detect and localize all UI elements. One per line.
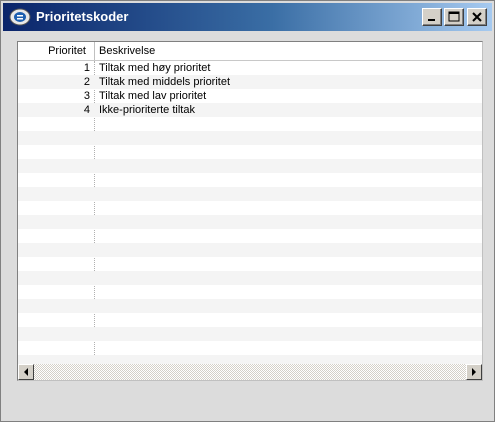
window: Prioritetskoder Prioritet Beskrivelse 1 … — [0, 0, 495, 422]
description-cell: Tiltak med høy prioritet — [99, 62, 211, 74]
window-title: Prioritetskoder — [36, 9, 129, 24]
empty-row — [18, 341, 482, 355]
table-header: Prioritet Beskrivelse — [18, 42, 482, 61]
horizontal-scrollbar[interactable] — [18, 364, 482, 380]
empty-row — [18, 313, 482, 327]
empty-row — [18, 201, 482, 215]
description-cell: Ikke-prioriterte tiltak — [99, 104, 195, 116]
table-row[interactable]: 2 Tiltak med middels prioritet — [18, 75, 482, 89]
empty-row — [18, 173, 482, 187]
empty-row — [18, 117, 482, 131]
column-header-priority[interactable]: Prioritet — [18, 44, 90, 58]
empty-row — [18, 299, 482, 313]
scroll-right-button[interactable] — [466, 364, 482, 380]
empty-row — [18, 243, 482, 257]
column-header-description[interactable]: Beskrivelse — [99, 44, 155, 58]
empty-row — [18, 131, 482, 145]
empty-row — [18, 257, 482, 271]
table-row[interactable]: 4 Ikke-prioriterte tiltak — [18, 103, 482, 117]
close-button[interactable] — [467, 8, 487, 26]
empty-row — [18, 229, 482, 243]
empty-row — [18, 159, 482, 173]
table-body: 1 Tiltak med høy prioritet 2 Tiltak med … — [18, 61, 482, 369]
empty-row — [18, 145, 482, 159]
column-separator[interactable] — [94, 42, 95, 60]
scroll-left-button[interactable] — [18, 364, 34, 380]
minimize-button[interactable] — [422, 8, 442, 26]
priority-cell: 3 — [83, 90, 90, 102]
empty-row — [18, 187, 482, 201]
priority-cell: 4 — [83, 104, 90, 116]
empty-row — [18, 271, 482, 285]
empty-row — [18, 215, 482, 229]
priority-cell: 2 — [83, 76, 90, 88]
scrollbar-track[interactable] — [34, 364, 466, 380]
priority-cell: 1 — [83, 62, 90, 74]
app-logo-icon — [8, 7, 32, 27]
title-bar[interactable]: Prioritetskoder — [3, 3, 492, 31]
empty-row — [18, 285, 482, 299]
description-cell: Tiltak med lav prioritet — [99, 90, 207, 102]
empty-row — [18, 327, 482, 341]
priority-codes-table[interactable]: Prioritet Beskrivelse 1 Tiltak med høy p… — [17, 41, 483, 381]
table-row[interactable]: 1 Tiltak med høy prioritet — [18, 61, 482, 75]
table-row[interactable]: 3 Tiltak med lav prioritet — [18, 89, 482, 103]
maximize-button[interactable] — [444, 8, 464, 26]
description-cell: Tiltak med middels prioritet — [99, 76, 231, 88]
